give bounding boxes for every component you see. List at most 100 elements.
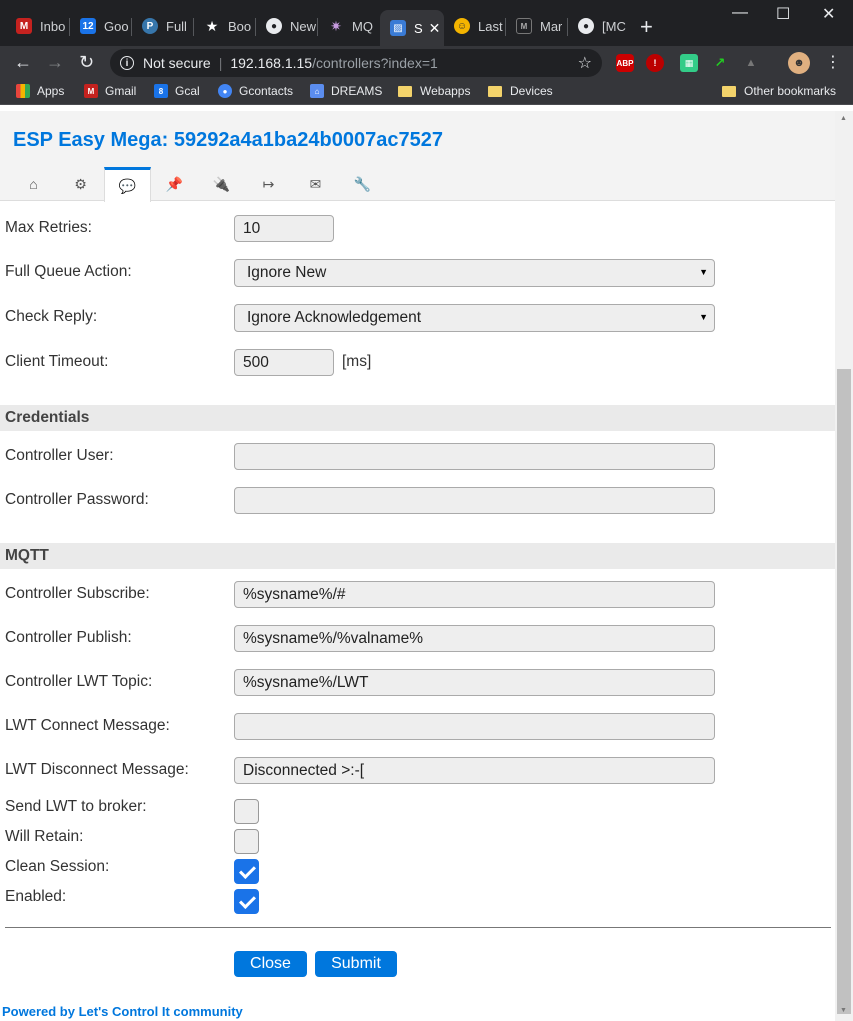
tab-title: Boo xyxy=(228,18,252,34)
bookmark-star-icon[interactable]: ☆ xyxy=(578,53,592,73)
menu-controllers[interactable]: 💬 xyxy=(104,167,151,202)
max-retries-input[interactable]: 10 xyxy=(234,215,334,242)
tab-title: S xyxy=(414,20,423,36)
close-tab-icon[interactable]: ✕ xyxy=(429,20,441,37)
scroll-down-icon[interactable]: ▼ xyxy=(840,1007,847,1014)
forward-icon[interactable]: → xyxy=(46,52,64,73)
tab-title: [MC xyxy=(602,18,626,34)
tab-calendar[interactable]: 12 Goo xyxy=(70,10,130,42)
profile-avatar-icon[interactable]: ☻ xyxy=(788,52,810,74)
tab-mqtt[interactable]: ✷ MQ xyxy=(318,10,378,42)
arrow-icon: ↦ xyxy=(262,175,275,192)
mountain-extension-icon[interactable]: ▲ xyxy=(742,54,760,72)
tab-github-mc[interactable]: ● [MC xyxy=(568,10,628,42)
subscribe-label: Controller Subscribe: xyxy=(5,585,150,602)
publish-input[interactable]: %sysname%/%valname% xyxy=(234,625,715,652)
lwt-connect-input[interactable] xyxy=(234,713,715,740)
check-reply-select[interactable]: Ignore Acknowledgement ▼ xyxy=(234,304,715,332)
scroll-up-icon[interactable]: ▲ xyxy=(840,115,847,122)
tab-full[interactable]: P Full xyxy=(132,10,192,42)
scrollbar-thumb[interactable] xyxy=(837,369,851,1014)
mqtt-icon: ✷ xyxy=(330,17,342,34)
submit-button[interactable]: Submit xyxy=(315,951,397,977)
controller-user-input[interactable] xyxy=(234,443,715,470)
menu-tools[interactable]: 🔧 xyxy=(339,167,386,201)
bookmarks-bar: Apps M Gmail 8 Gcal ● Gcontacts ⌂ DREAMS… xyxy=(0,80,853,105)
lwt-disconnect-input[interactable]: Disconnected >:-[ xyxy=(234,757,715,784)
bookmark-label: Gcontacts xyxy=(239,84,294,98)
minimize-icon[interactable]: — xyxy=(732,4,748,22)
pin-icon: 📌 xyxy=(165,175,184,192)
other-bookmarks-folder[interactable]: Other bookmarks xyxy=(722,84,836,98)
lwt-topic-input[interactable]: %sysname%/LWT xyxy=(234,669,715,696)
bookmark-devices-folder[interactable]: Devices xyxy=(488,84,553,98)
browser-toolbar: ← → ↻ i Not secure | 192.168.1.15/contro… xyxy=(0,46,853,80)
menu-rules[interactable]: ↦ xyxy=(245,167,292,201)
send-lwt-label: Send LWT to broker: xyxy=(5,798,147,815)
bookmark-label: Apps xyxy=(37,84,65,98)
tab-espeasy-active[interactable]: ▨ S ✕ xyxy=(380,10,444,46)
url-host: 192.168.1.15 xyxy=(230,55,313,71)
check-reply-label: Check Reply: xyxy=(5,308,98,325)
subscribe-input[interactable]: %sysname%/# xyxy=(234,581,715,608)
reload-icon[interactable]: ↻ xyxy=(79,52,94,73)
will-retain-checkbox[interactable] xyxy=(234,829,259,854)
new-tab-button[interactable]: + xyxy=(640,14,653,40)
maximize-icon[interactable]: ☐ xyxy=(776,4,790,24)
bookmark-label: Other bookmarks xyxy=(744,84,837,98)
green-extension-icon[interactable]: ↗ xyxy=(711,54,729,72)
will-retain-label: Will Retain: xyxy=(5,828,84,845)
menu-kebab-icon[interactable]: ⋮ xyxy=(825,52,841,72)
bookmark-gmail[interactable]: M Gmail xyxy=(84,84,136,98)
bookmark-apps[interactable]: Apps xyxy=(16,84,64,98)
bookmark-gcal[interactable]: 8 Gcal xyxy=(154,84,200,98)
menu-notifications[interactable]: ✉ xyxy=(292,167,339,201)
chat-bubble-icon: 💬 xyxy=(118,177,137,194)
bookmark-gcontacts[interactable]: ● Gcontacts xyxy=(218,84,293,98)
main-menu: ⌂ ⚙ 💬 📌 🔌 ↦ ✉ 🔧 xyxy=(10,167,386,202)
folder-icon xyxy=(398,85,412,97)
tab-title: Inbo xyxy=(40,18,66,34)
address-bar[interactable]: i Not secure | 192.168.1.15/controllers?… xyxy=(110,49,602,77)
tab-bookmarks[interactable]: ★ Boo xyxy=(194,10,254,42)
bookmark-label: Gmail xyxy=(105,84,137,98)
adblock-icon[interactable]: ABP xyxy=(616,54,634,72)
menu-config[interactable]: ⚙ xyxy=(57,167,104,201)
close-button[interactable]: Close xyxy=(234,951,307,977)
tab-github-new[interactable]: ● New xyxy=(256,10,316,42)
close-window-icon[interactable]: ✕ xyxy=(822,4,835,24)
clean-session-checkbox[interactable] xyxy=(234,859,259,884)
footer-brand-link[interactable]: Let's Control It xyxy=(79,1004,170,1019)
page-content: ESP Easy Mega: 59292a4a1ba24b0007ac7527 … xyxy=(0,111,853,1021)
menu-hardware[interactable]: 📌 xyxy=(151,167,198,201)
markdown-icon: M xyxy=(516,18,532,34)
page-title: ESP Easy Mega: 59292a4a1ba24b0007ac7527 xyxy=(13,129,443,151)
dreams-icon: ⌂ xyxy=(310,84,324,98)
tab-inbox[interactable]: M Inbo xyxy=(6,10,66,42)
wrench-icon: 🔧 xyxy=(353,175,372,192)
bookmark-webapps-folder[interactable]: Webapps xyxy=(398,84,470,98)
page-header: ESP Easy Mega: 59292a4a1ba24b0007ac7527 … xyxy=(0,111,853,202)
tab-markdown[interactable]: M Mar xyxy=(506,10,566,42)
bookmark-label: Webapps xyxy=(420,84,471,98)
full-queue-label: Full Queue Action: xyxy=(5,263,132,280)
enabled-checkbox[interactable] xyxy=(234,889,259,914)
bookmark-dreams[interactable]: ⌂ DREAMS xyxy=(310,84,382,98)
back-icon[interactable]: ← xyxy=(14,52,32,73)
page-scrollbar[interactable]: ▲ ▼ xyxy=(835,111,853,1021)
extension-icon[interactable]: ! xyxy=(646,54,664,72)
menu-devices[interactable]: 🔌 xyxy=(198,167,245,201)
tab-last[interactable]: ☺ Last xyxy=(444,10,504,42)
client-timeout-input[interactable]: 500 xyxy=(234,349,334,376)
smiley-icon: ☺ xyxy=(454,18,470,34)
info-icon[interactable]: i xyxy=(120,56,134,70)
menu-home[interactable]: ⌂ xyxy=(10,167,57,201)
bookmark-label: Gcal xyxy=(175,84,200,98)
controller-password-input[interactable] xyxy=(234,487,715,514)
footer: Powered by Let's Control It community xyxy=(2,1004,243,1019)
full-queue-select[interactable]: Ignore New ▼ xyxy=(234,259,715,287)
send-lwt-checkbox[interactable] xyxy=(234,799,259,824)
tab-title: Last xyxy=(478,18,503,34)
map-extension-icon[interactable]: ▦ xyxy=(680,54,698,72)
home-icon: ⌂ xyxy=(29,176,38,192)
